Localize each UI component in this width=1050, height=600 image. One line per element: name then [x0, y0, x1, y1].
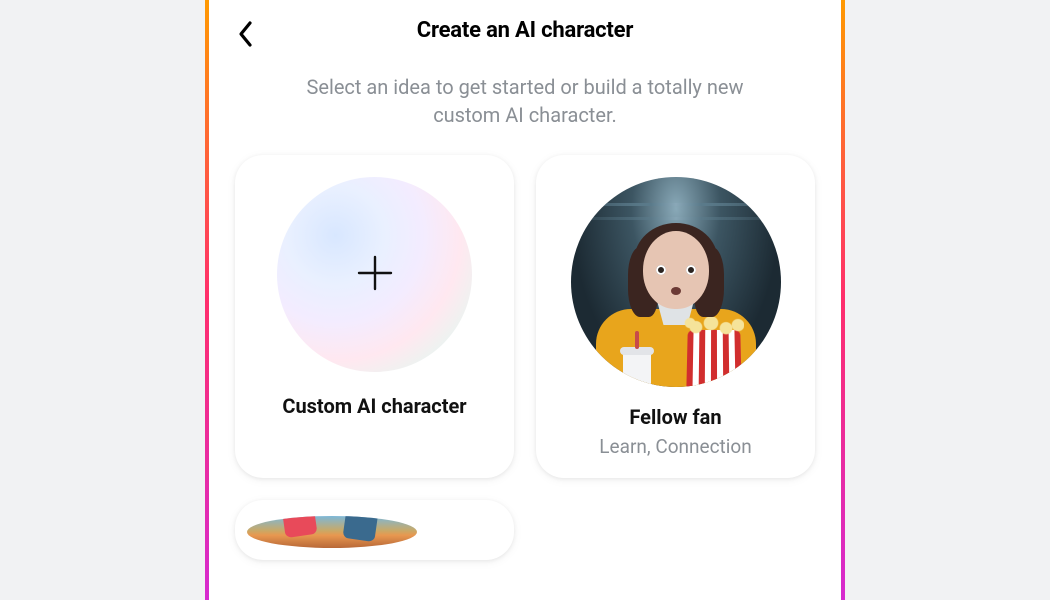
custom-ai-character-card[interactable]: Custom AI character — [235, 155, 514, 478]
card-title: Fellow fan — [629, 405, 721, 429]
chevron-left-icon — [237, 20, 253, 48]
back-button[interactable] — [227, 16, 263, 52]
character-avatar — [247, 516, 417, 548]
create-ai-character-screen: Create an AI character Select an idea to… — [205, 0, 845, 600]
character-cards-grid: Custom AI character Fellow fan Learn, Co… — [209, 155, 841, 560]
fellow-fan-card[interactable]: Fellow fan Learn, Connection — [536, 155, 815, 478]
fellow-fan-avatar — [571, 177, 781, 387]
character-card-partial[interactable] — [235, 500, 514, 560]
header: Create an AI character — [209, 0, 841, 57]
page-subtitle: Select an idea to get started or build a… — [209, 57, 841, 155]
card-tags: Learn, Connection — [599, 435, 751, 458]
custom-character-avatar — [277, 177, 472, 372]
card-title: Custom AI character — [282, 394, 466, 418]
plus-icon — [355, 253, 395, 297]
page-title: Create an AI character — [221, 18, 829, 43]
